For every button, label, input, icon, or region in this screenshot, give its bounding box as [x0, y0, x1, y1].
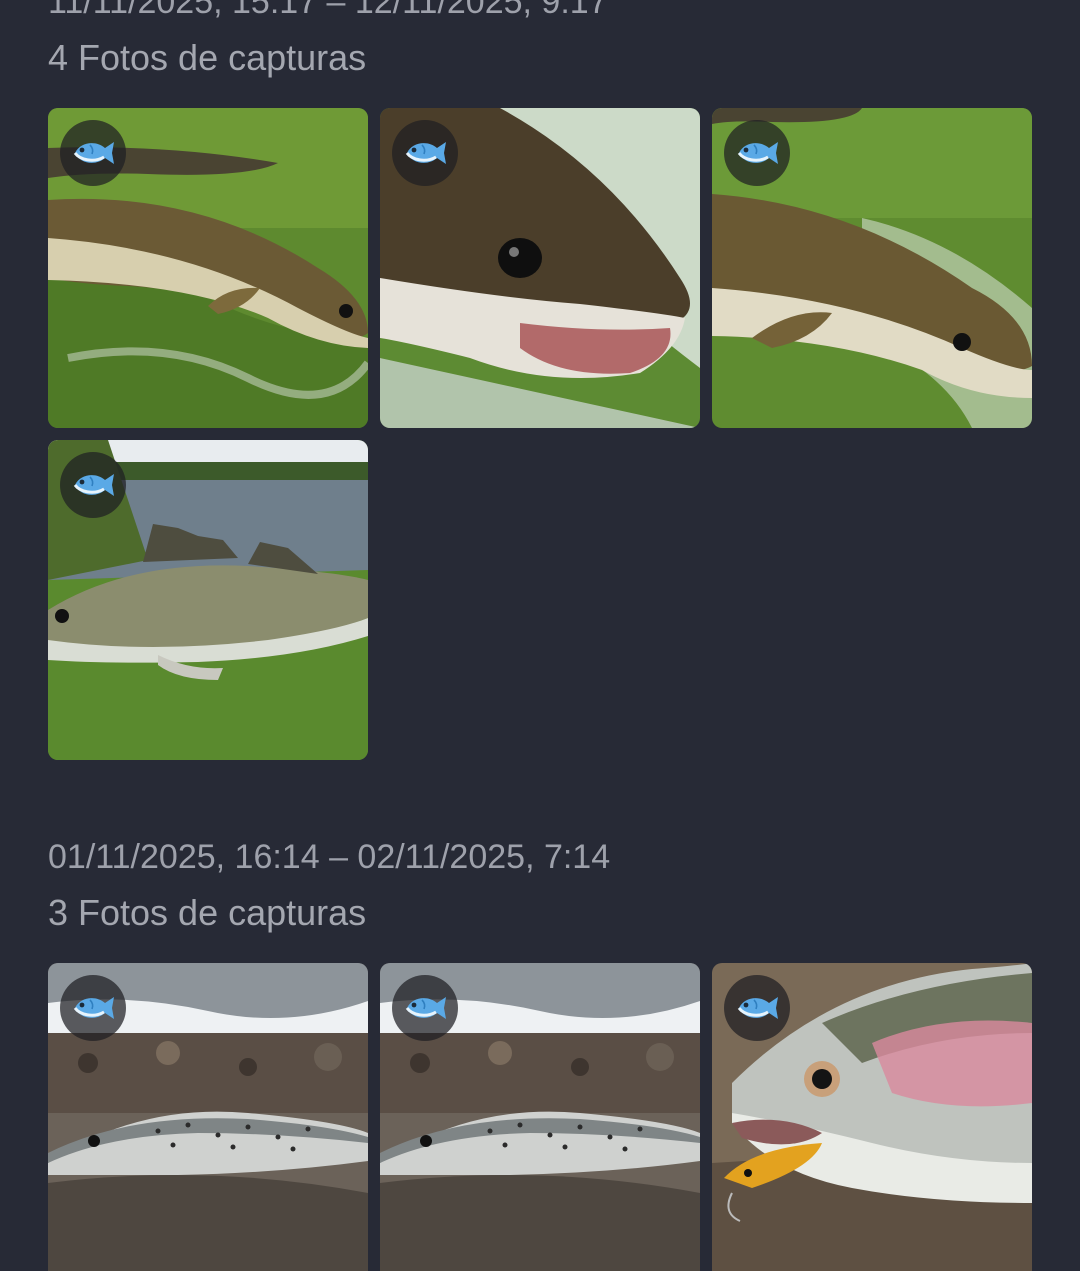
catch-photo-thumbnail[interactable]: [712, 108, 1032, 428]
fish-icon: [402, 993, 448, 1023]
photo-count-label: 4 Fotos de capturas: [48, 37, 367, 78]
catch-badge: [60, 975, 126, 1041]
catch-photo-thumbnail[interactable]: [48, 108, 368, 428]
catch-photo-thumbnail[interactable]: [48, 440, 368, 760]
catch-badge: [60, 120, 126, 186]
photo-grid: [48, 963, 1032, 1271]
catch-badge: [724, 120, 790, 186]
fish-icon: [70, 993, 116, 1023]
fish-icon: [402, 138, 448, 168]
date-range-label: 01/11/2025, 16:14 – 02/11/2025, 7:14: [48, 838, 611, 876]
catch-badge: [60, 452, 126, 518]
capture-group-1: 11/11/2025, 15:17 – 12/11/2025, 9:17 4 F…: [48, 0, 1032, 760]
date-range-label: 11/11/2025, 15:17 – 12/11/2025, 9:17: [48, 0, 608, 21]
catch-badge: [724, 975, 790, 1041]
catch-photo-thumbnail[interactable]: [48, 963, 368, 1271]
catch-badge: [392, 120, 458, 186]
capture-group-2: 01/11/2025, 16:14 – 02/11/2025, 7:14 3 F…: [48, 837, 1032, 1271]
fish-icon: [70, 138, 116, 168]
fish-icon: [734, 138, 780, 168]
catch-photo-thumbnail[interactable]: [712, 963, 1032, 1271]
catch-photo-thumbnail[interactable]: [380, 963, 700, 1271]
catch-photo-thumbnail[interactable]: [380, 108, 700, 428]
catch-gallery-page: 11/11/2025, 15:17 – 12/11/2025, 9:17 4 F…: [0, 0, 1080, 1271]
catch-badge: [392, 975, 458, 1041]
photo-grid: [48, 108, 1032, 760]
fish-icon: [70, 470, 116, 500]
photo-count-label: 3 Fotos de capturas: [48, 892, 367, 933]
fish-icon: [734, 993, 780, 1023]
